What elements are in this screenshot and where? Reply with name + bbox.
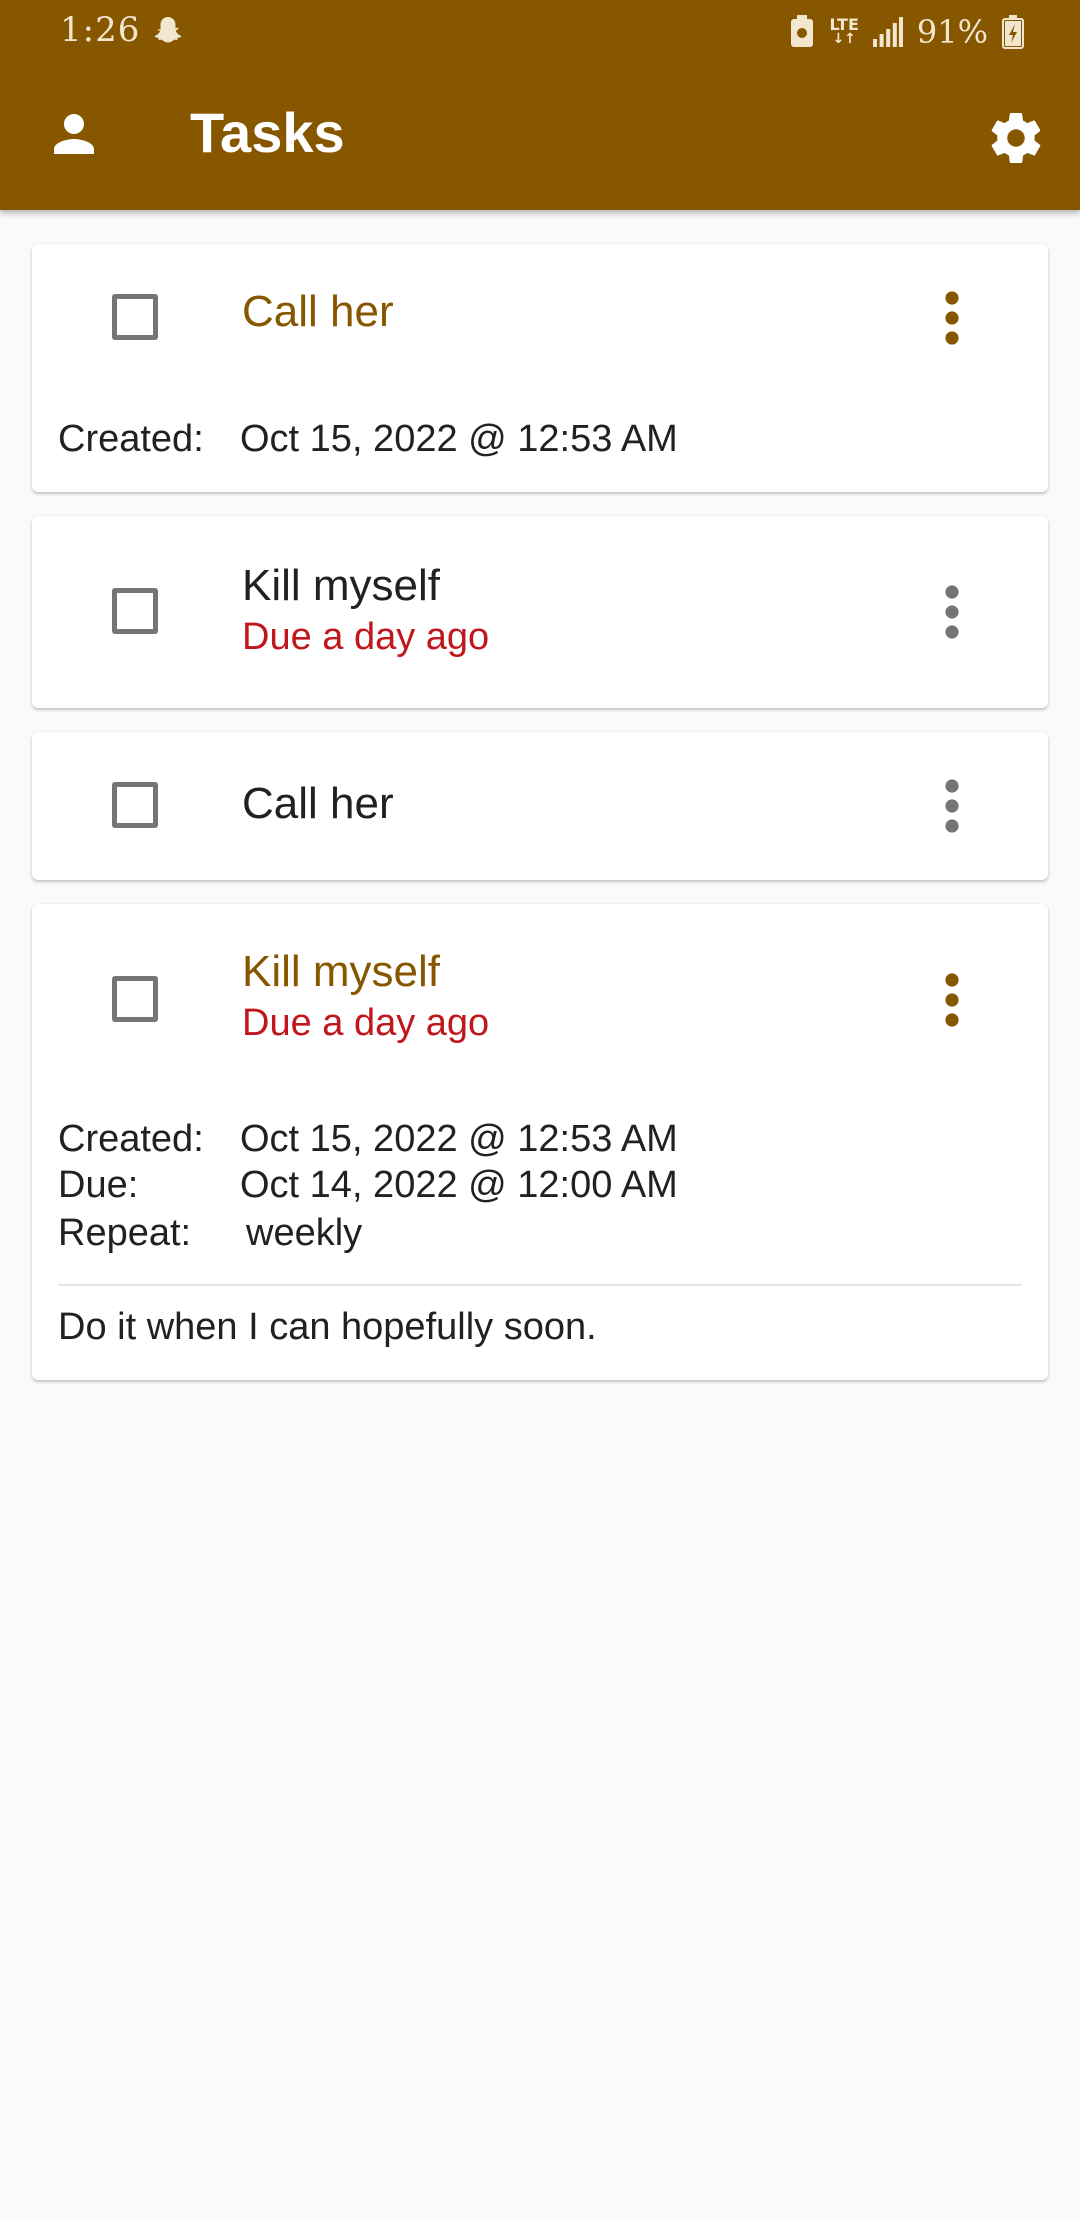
created-value: Oct 15, 2022 @ 12:53 AM: [240, 418, 678, 460]
more-vert-icon[interactable]: [932, 776, 972, 836]
task-card[interactable]: Call her: [32, 732, 1048, 880]
status-bar: 1:26 LTE ↓↑ 91%: [0, 0, 1080, 62]
account-icon: [54, 114, 94, 154]
task-title: Kill myself: [242, 947, 441, 996]
task-due-status: Due a day ago: [242, 616, 490, 658]
more-vert-icon[interactable]: [932, 970, 972, 1030]
created-label: Created:: [58, 418, 204, 460]
repeat-value: weekly: [246, 1212, 363, 1254]
app-bar: 1:26 LTE ↓↑ 91% Tasks: [0, 0, 1080, 210]
more-vert-icon[interactable]: [932, 582, 972, 642]
battery-percentage: 91%: [916, 13, 988, 51]
signal-icon: [872, 17, 903, 47]
status-icons: LTE ↓↑ 91%: [789, 10, 1024, 54]
task-title: Call her: [242, 779, 394, 828]
repeat-label: Repeat:: [58, 1212, 192, 1254]
snapchat-notification-icon: [154, 17, 182, 43]
battery-saver-icon: [791, 15, 814, 47]
task-card[interactable]: Kill myself Due a day ago: [32, 516, 1048, 708]
task-title: Call her: [242, 287, 394, 336]
task-card[interactable]: Kill myself Due a day ago Created: Oct 1…: [32, 904, 1048, 1380]
more-vert-icon[interactable]: [932, 288, 972, 348]
network-type-icon: LTE ↓↑: [829, 15, 859, 47]
task-card[interactable]: Call her Created: Oct 15, 2022 @ 12:53 A…: [32, 244, 1048, 492]
account-button[interactable]: [44, 104, 104, 164]
task-due-status: Due a day ago: [242, 1002, 490, 1044]
settings-button[interactable]: [986, 108, 1046, 168]
due-value: Oct 14, 2022 @ 12:00 AM: [240, 1164, 678, 1206]
task-checkbox[interactable]: [112, 976, 158, 1022]
created-label: Created:: [58, 1118, 204, 1160]
battery-charging-icon: [1002, 15, 1024, 49]
task-checkbox[interactable]: [112, 294, 158, 340]
notes-divider: [58, 1284, 1022, 1286]
task-title: Kill myself: [242, 561, 441, 610]
gear-icon: [991, 113, 1041, 164]
task-checkbox[interactable]: [112, 782, 158, 828]
task-checkbox[interactable]: [112, 588, 158, 634]
created-value: Oct 15, 2022 @ 12:53 AM: [240, 1118, 678, 1160]
due-label: Due:: [58, 1164, 139, 1206]
task-notes: Do it when I can hopefully soon.: [58, 1306, 597, 1348]
page-title: Tasks: [190, 101, 345, 164]
status-time: 1:26: [60, 10, 141, 50]
